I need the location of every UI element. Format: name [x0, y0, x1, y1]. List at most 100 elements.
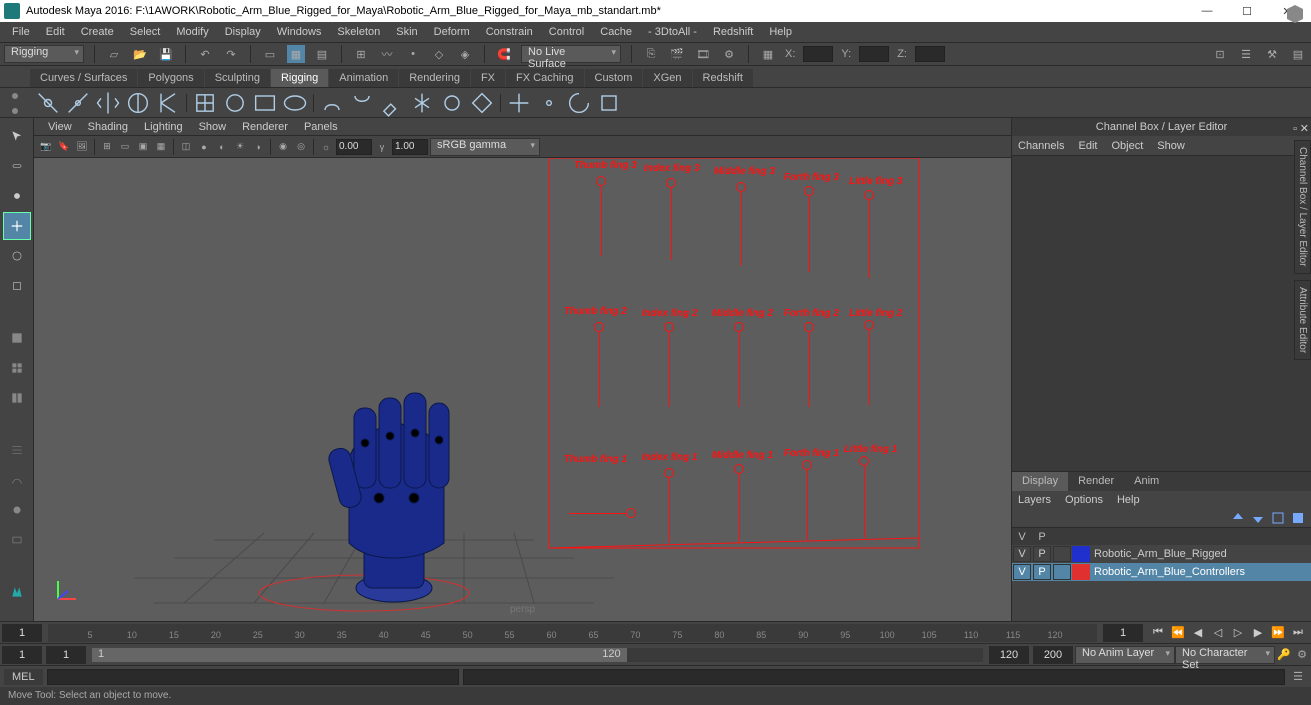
ik-handle-icon[interactable]	[154, 89, 182, 117]
new-scene-icon[interactable]: ▱	[105, 45, 123, 63]
snap-plane-icon[interactable]: ◇	[430, 45, 448, 63]
rig-handle[interactable]	[594, 322, 604, 332]
redo-icon[interactable]: ↷	[222, 45, 240, 63]
parent-constraint-icon[interactable]	[505, 89, 533, 117]
blend-shape-icon[interactable]	[251, 89, 279, 117]
coord-z-input[interactable]	[915, 46, 945, 62]
vp-gate-mask-icon[interactable]: ▦	[153, 139, 169, 155]
construction-history-icon[interactable]: ⎘	[642, 45, 660, 63]
rig-handle[interactable]	[734, 322, 744, 332]
cb-menu-object[interactable]: Object	[1111, 140, 1143, 152]
hammer-weights-icon[interactable]	[468, 89, 496, 117]
live-surface-dd[interactable]: No Live Surface	[521, 45, 621, 63]
step-back-icon[interactable]: ◀	[1189, 624, 1207, 642]
shelf-tab-sculpting[interactable]: Sculpting	[205, 69, 270, 87]
insert-joint-icon[interactable]	[64, 89, 92, 117]
rig-handle[interactable]	[859, 456, 869, 466]
menu-select[interactable]: Select	[122, 24, 169, 40]
coord-x-input[interactable]	[803, 46, 833, 62]
vp-exposure-icon[interactable]: ☼	[318, 139, 334, 155]
maya-logo-icon[interactable]	[3, 578, 31, 606]
orient-constraint-icon[interactable]	[565, 89, 593, 117]
range-start-outer[interactable]: 1	[2, 646, 42, 664]
vp-image-plane-icon[interactable]: 🖼	[74, 139, 90, 155]
layer-type-toggle[interactable]	[1053, 546, 1071, 562]
range-thumb[interactable]: 1 120	[92, 648, 627, 662]
auto-key-icon[interactable]: 🔑	[1275, 646, 1293, 664]
render-view-icon[interactable]	[3, 526, 31, 554]
layer-visible-toggle[interactable]: V	[1013, 564, 1031, 580]
new-empty-layer-icon[interactable]	[1271, 511, 1285, 525]
menu-create[interactable]: Create	[73, 24, 122, 40]
vp-shaded-icon[interactable]: ●	[196, 139, 212, 155]
layer-tab-display[interactable]: Display	[1012, 472, 1068, 491]
vp-select-camera-icon[interactable]: 📷	[38, 139, 54, 155]
live-object-icon[interactable]: 🧲	[495, 45, 513, 63]
range-slider[interactable]: 1 120	[92, 648, 983, 662]
scale-constraint-icon[interactable]	[595, 89, 623, 117]
scale-tool[interactable]	[3, 272, 31, 300]
go-to-end-icon[interactable]: ⏭	[1289, 624, 1307, 642]
go-to-start-icon[interactable]: ⏮	[1149, 624, 1167, 642]
layer-menu-options[interactable]: Options	[1065, 494, 1103, 506]
shelf-tab-curves[interactable]: Curves / Surfaces	[30, 69, 137, 87]
shelf-tab-animation[interactable]: Animation	[329, 69, 398, 87]
vp-gamma-icon[interactable]: γ	[374, 139, 390, 155]
rig-handle[interactable]	[802, 460, 812, 470]
layer-playback-toggle[interactable]: P	[1033, 546, 1051, 562]
move-layer-down-icon[interactable]	[1251, 511, 1265, 525]
vp-resolution-gate-icon[interactable]: ▣	[135, 139, 151, 155]
mirror-joint-icon[interactable]	[94, 89, 122, 117]
select-by-hierarchy-icon[interactable]: ▤	[313, 45, 331, 63]
layer-type-toggle[interactable]	[1053, 564, 1071, 580]
wrap-icon[interactable]	[281, 89, 309, 117]
modeling-toolkit-icon[interactable]: ⊡	[1211, 45, 1229, 63]
select-by-component-icon[interactable]: ▦	[287, 45, 305, 63]
cluster-icon[interactable]	[221, 89, 249, 117]
rig-handle[interactable]	[734, 464, 744, 474]
snap-curve-icon[interactable]: 〰	[378, 45, 396, 63]
new-layer-selected-icon[interactable]	[1291, 511, 1305, 525]
save-scene-icon[interactable]: 💾	[157, 45, 175, 63]
vp-textured-icon[interactable]: ◐	[214, 139, 230, 155]
vp-grid-icon[interactable]: ⊞	[99, 139, 115, 155]
menu-help[interactable]: Help	[761, 24, 800, 40]
menu-deform[interactable]: Deform	[426, 24, 478, 40]
range-start-inner[interactable]: 1	[46, 646, 86, 664]
shelf-tab-fx[interactable]: FX	[471, 69, 505, 87]
joint-tool-icon[interactable]	[34, 89, 62, 117]
tool-settings-icon[interactable]: ⚒	[1263, 45, 1281, 63]
frame-current-left[interactable]: 1	[2, 624, 42, 642]
menu-redshift[interactable]: Redshift	[705, 24, 761, 40]
rig-handle[interactable]	[664, 322, 674, 332]
range-end-outer[interactable]: 200	[1033, 646, 1073, 664]
lasso-tool[interactable]	[3, 152, 31, 180]
layout-icon[interactable]: ▦	[759, 45, 777, 63]
close-panel-icon[interactable]: ✕	[1300, 120, 1309, 138]
play-forward-icon[interactable]: ▷	[1229, 624, 1247, 642]
ipr-render-icon[interactable]: 🎞	[694, 45, 712, 63]
undock-icon[interactable]: ▫	[1293, 120, 1297, 138]
vp-menu-show[interactable]: Show	[193, 120, 233, 134]
rig-handle[interactable]	[664, 468, 674, 478]
layer-tab-render[interactable]: Render	[1068, 472, 1124, 491]
vp-xray-icon[interactable]: ◎	[293, 139, 309, 155]
move-tool[interactable]	[3, 212, 31, 240]
menu-skin[interactable]: Skin	[388, 24, 425, 40]
rotate-tool[interactable]	[3, 242, 31, 270]
character-set-dd[interactable]: No Character Set	[1175, 646, 1275, 664]
smooth-weights-icon[interactable]	[438, 89, 466, 117]
rig-handle[interactable]	[804, 186, 814, 196]
range-end-inner[interactable]: 120	[989, 646, 1029, 664]
minimize-button[interactable]: —	[1187, 0, 1227, 22]
time-slider[interactable]: 5101520253035404550556065707580859095100…	[48, 624, 1097, 642]
orient-joint-icon[interactable]	[124, 89, 152, 117]
rig-handle[interactable]	[736, 182, 746, 192]
menu-skeleton[interactable]: Skeleton	[329, 24, 388, 40]
cb-menu-edit[interactable]: Edit	[1078, 140, 1097, 152]
menu-windows[interactable]: Windows	[269, 24, 330, 40]
layer-menu-layers[interactable]: Layers	[1018, 494, 1051, 506]
paint-weights-icon[interactable]	[378, 89, 406, 117]
rig-handle[interactable]	[666, 178, 676, 188]
cmd-language-label[interactable]: MEL	[4, 669, 43, 685]
